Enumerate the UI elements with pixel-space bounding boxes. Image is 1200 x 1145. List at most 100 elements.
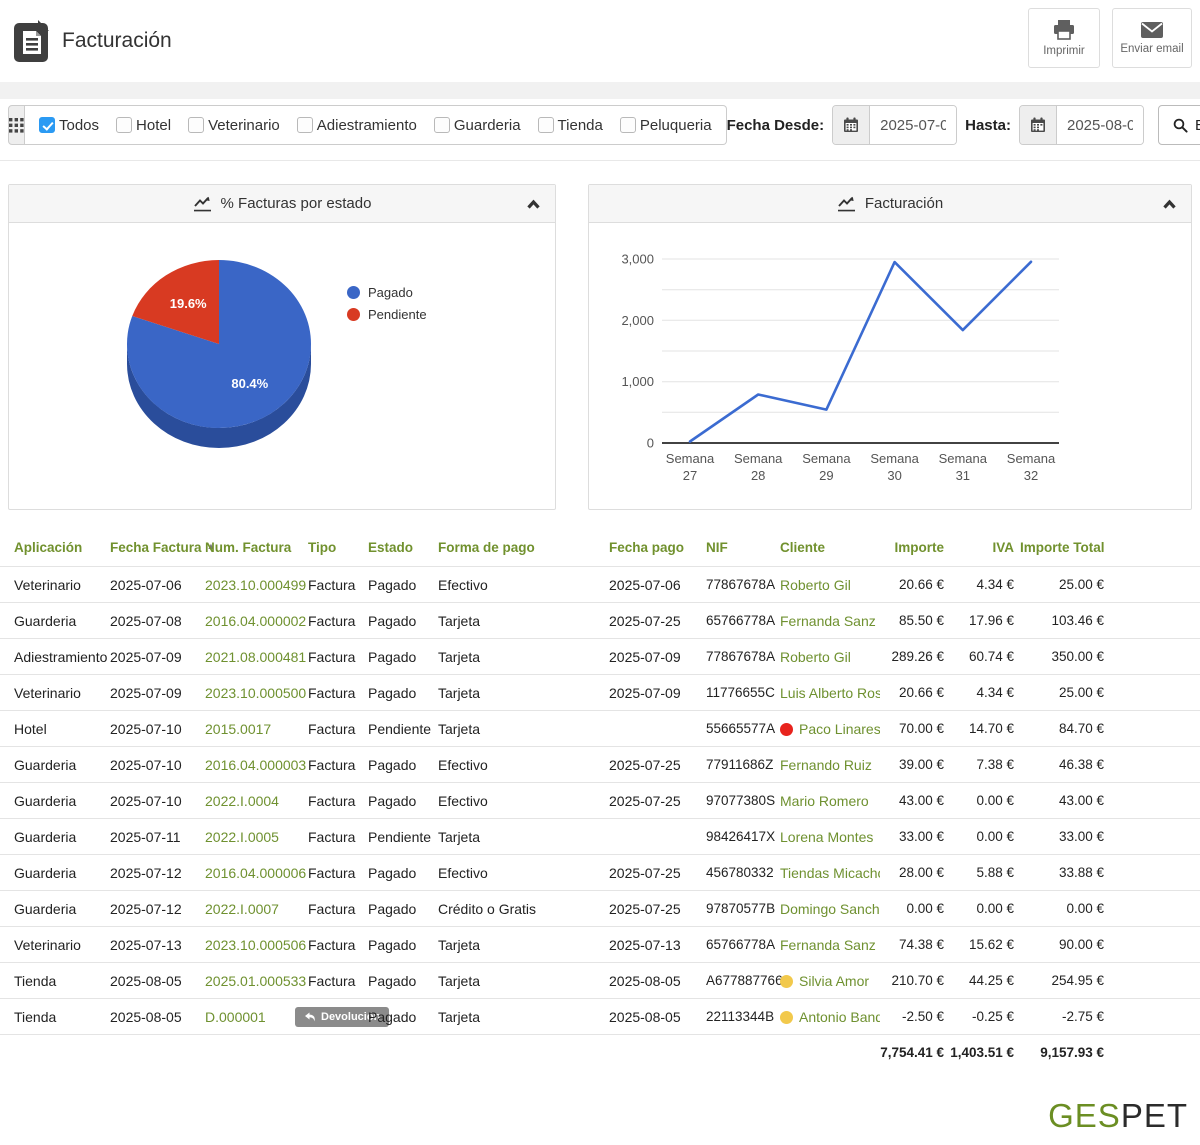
- date-to-input[interactable]: [1056, 106, 1143, 144]
- column-header-12[interactable]: Importe Total: [1020, 532, 1110, 567]
- column-header-2[interactable]: Fecha Factura ▲: [110, 532, 215, 567]
- column-header-3[interactable]: Num. Factura: [205, 532, 308, 567]
- invoice-number-link[interactable]: 2025.01.000533: [205, 973, 306, 989]
- invoice-number-link[interactable]: 2022.I.0004: [205, 793, 279, 809]
- column-header-7[interactable]: Fecha pago: [609, 532, 706, 567]
- x-tick-label: Semana: [734, 451, 783, 466]
- category-checkbox-hotel[interactable]: Hotel: [116, 117, 171, 134]
- table-row: Adiestramiento 2025-07-09 2021.08.000481 Fa…: [0, 638, 1200, 675]
- calendar-to-button[interactable]: [1019, 106, 1057, 144]
- cell-estado: Pagado: [368, 972, 417, 989]
- cell-estado: Pagado: [368, 612, 417, 629]
- invoice-number-link[interactable]: 2022.I.0007: [205, 901, 279, 917]
- category-checkbox-guarderia[interactable]: Guarderia: [433, 117, 521, 134]
- table-row: Guarderia 2025-07-11 2022.I.0005 Factura Pen…: [0, 818, 1200, 855]
- cell-importe-total: 43.00 €: [1058, 793, 1104, 808]
- cell-aplicacion: Adiestramiento: [14, 648, 108, 665]
- column-header-8[interactable]: NIF: [706, 532, 780, 567]
- cell-fecha-pago: [609, 819, 706, 855]
- svg-text:80.4%: 80.4%: [231, 376, 268, 391]
- invoice-number-link[interactable]: 2023.10.000506: [205, 937, 306, 953]
- client-link[interactable]: Fernanda Sanz: [780, 937, 876, 953]
- total-iva: 1,403.51 €: [950, 1045, 1014, 1061]
- pie-panel-title: % Facturas por estado: [220, 195, 372, 212]
- cell-fecha-pago: 2025-07-25: [609, 756, 681, 773]
- x-tick-label: Semana: [1007, 451, 1056, 466]
- search-button[interactable]: Buscar: [1157, 105, 1200, 145]
- invoice-number-link[interactable]: 2023.10.000500: [205, 685, 306, 701]
- status-dot-red: [780, 722, 793, 736]
- category-checkbox-peluqueria[interactable]: Peluqueria: [619, 117, 712, 134]
- client-link[interactable]: Luis Alberto Rosetti: [780, 685, 880, 701]
- column-header-11[interactable]: IVA: [950, 532, 1020, 567]
- invoice-table-wrap: Aplicación Fecha Factura ▲ Num. Factura Tipo…: [0, 532, 1200, 1071]
- date-from-input[interactable]: [870, 106, 957, 144]
- client-link[interactable]: Roberto Gil: [780, 649, 851, 665]
- calendar-from-button[interactable]: [833, 106, 871, 144]
- client-link[interactable]: Antonio Banderas: [799, 1009, 880, 1025]
- client-link[interactable]: Tiendas Micachorrito: [780, 865, 880, 881]
- checkbox-icon: [433, 117, 450, 133]
- column-header-10[interactable]: Importe: [880, 532, 950, 567]
- cell-tipo: Factura: [308, 936, 356, 953]
- y-tick-label: 0: [647, 436, 654, 451]
- cell-importe-total: 33.00 €: [1058, 829, 1104, 844]
- cell-num-factura: 2016.04.000002: [205, 603, 308, 639]
- cell-tipo: Factura: [308, 684, 356, 701]
- invoice-number-link[interactable]: 2016.04.000002: [205, 613, 306, 629]
- date-from-group: [832, 105, 958, 145]
- client-link[interactable]: Domingo Sanchez: [780, 901, 880, 917]
- line-chart-body: 0 1,000 2,000 3,000 Semana 27 Semana 28 Semana 29…: [589, 223, 1191, 509]
- cell-iva: 17.96 €: [968, 613, 1014, 628]
- invoice-number-link[interactable]: 2021.08.000481: [205, 649, 306, 665]
- cell-cliente: Luis Alberto Rosetti: [780, 675, 880, 711]
- cell-nif: 77867678A: [706, 577, 776, 592]
- grid-menu-button[interactable]: [8, 105, 25, 145]
- category-filter-group: Todos Hotel Veterinario Adiestramiento Guard…: [25, 105, 727, 145]
- toolbar: Imprimir Enviar email: [1028, 8, 1192, 68]
- column-header-9[interactable]: Cliente: [780, 532, 880, 567]
- cell-iva: 44.25 €: [968, 973, 1014, 988]
- cell-spacer: [1110, 963, 1200, 999]
- cell-aplicacion: Hotel: [14, 720, 47, 737]
- cell-fecha-pago: 2025-07-09: [609, 648, 681, 665]
- cell-estado: Pagado: [368, 684, 417, 701]
- category-checkbox-adiestramiento[interactable]: Adiestramiento: [296, 117, 417, 134]
- cell-nif: 65766778A: [706, 613, 776, 628]
- collapse-up-icon[interactable]: [526, 197, 541, 213]
- invoice-number-link[interactable]: 2022.I.0005: [205, 829, 279, 845]
- invoice-number-link[interactable]: D.000001: [205, 1009, 266, 1025]
- send-email-button[interactable]: Enviar email: [1112, 8, 1192, 68]
- charts-row: % Facturas por estado 80.4% 19.6% Pagado P…: [0, 161, 1200, 510]
- cell-iva: 14.70 €: [968, 721, 1014, 736]
- cell-importe: 33.00 €: [898, 829, 944, 844]
- cell-fecha-factura: 2025-07-13: [110, 936, 182, 953]
- column-header-6[interactable]: Forma de pago: [438, 532, 609, 567]
- client-link[interactable]: Mario Romero: [780, 793, 869, 809]
- category-checkbox-veterinario[interactable]: Veterinario: [188, 117, 280, 134]
- cell-aplicacion: Veterinario: [14, 936, 81, 953]
- client-link[interactable]: Paco Linares: [799, 721, 880, 737]
- invoice-number-link[interactable]: 2015.0017: [205, 721, 271, 737]
- column-header-4[interactable]: Tipo: [308, 532, 368, 567]
- print-button[interactable]: Imprimir: [1028, 8, 1100, 68]
- client-link[interactable]: Fernando Ruiz: [780, 757, 872, 773]
- invoice-number-link[interactable]: 2023.10.000499: [205, 577, 306, 593]
- collapse-up-icon[interactable]: [1162, 197, 1177, 213]
- client-link[interactable]: Roberto Gil: [780, 577, 851, 593]
- cell-tipo: Factura: [308, 972, 356, 989]
- column-header-5[interactable]: Estado: [368, 532, 438, 567]
- cell-estado: Pagado: [368, 1008, 417, 1025]
- invoice-number-link[interactable]: 2016.04.000006: [205, 865, 306, 881]
- cell-fecha-factura: 2025-07-11: [110, 828, 181, 845]
- invoice-number-link[interactable]: 2016.04.000003: [205, 757, 306, 773]
- cell-importe: 20.66 €: [898, 577, 944, 592]
- cell-importe-total: 46.38 €: [1058, 757, 1104, 772]
- client-link[interactable]: Silvia Amor: [799, 973, 869, 989]
- column-header-1[interactable]: Aplicación: [0, 532, 110, 567]
- category-checkbox-todos[interactable]: Todos: [39, 117, 99, 134]
- cell-forma-pago: Tarjeta: [438, 828, 481, 845]
- client-link[interactable]: Lorena Montes: [780, 829, 873, 845]
- category-checkbox-tienda[interactable]: Tienda: [537, 117, 603, 134]
- client-link[interactable]: Fernanda Sanz: [780, 613, 876, 629]
